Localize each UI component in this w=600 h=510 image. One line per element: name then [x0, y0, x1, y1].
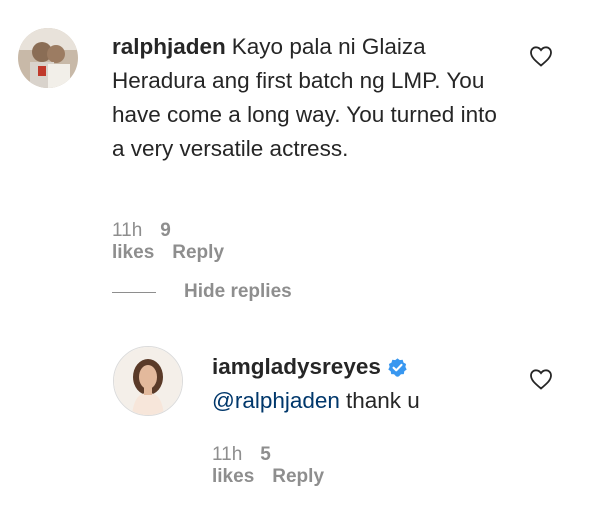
heart-outline-icon[interactable] — [529, 45, 553, 67]
reply-meta: 11h 5 likes Reply — [212, 444, 342, 488]
comment-time[interactable]: 11h — [112, 220, 142, 241]
avatar[interactable] — [18, 28, 78, 88]
comment-body: ralphjaden Kayo pala ni Glaiza Heradura a… — [112, 30, 512, 166]
reply-username[interactable]: iamgladysreyes — [212, 350, 381, 384]
comment-meta: 11h 9 likes Reply — [112, 220, 242, 264]
verified-badge-icon — [388, 357, 407, 377]
avatar[interactable] — [113, 346, 183, 416]
reply-button[interactable]: Reply — [272, 466, 324, 487]
mention-link[interactable]: @ralphjaden — [212, 388, 340, 413]
hide-replies-button[interactable]: Hide replies — [112, 281, 292, 303]
heart-outline-icon[interactable] — [529, 368, 553, 390]
reply-body: iamgladysreyes @ralphjaden thank u — [212, 350, 512, 418]
reply-time[interactable]: 11h — [212, 444, 242, 465]
reply-text: thank u — [345, 388, 420, 413]
hide-replies-label: Hide replies — [184, 281, 292, 302]
reply-button[interactable]: Reply — [172, 242, 224, 263]
divider — [112, 291, 156, 293]
comment-username[interactable]: ralphjaden — [112, 34, 226, 59]
